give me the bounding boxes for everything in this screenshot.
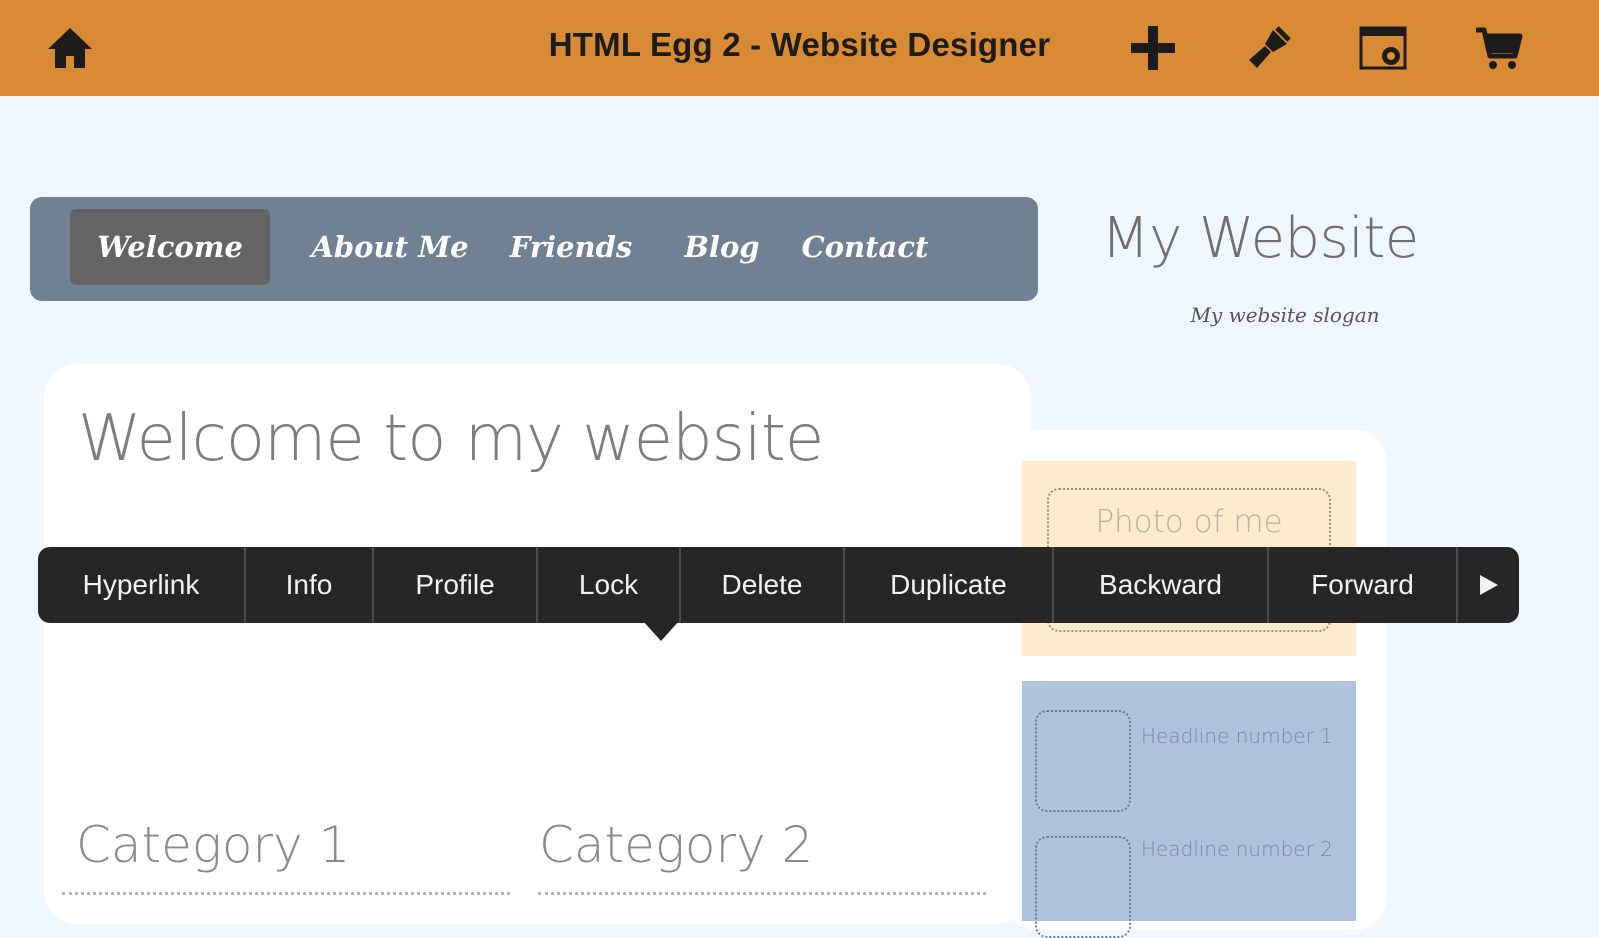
menu-forward[interactable]: Forward [1269, 547, 1458, 623]
nav-item-about-me[interactable]: About Me [300, 209, 480, 285]
nav-item-contact[interactable]: Contact [800, 209, 930, 285]
menu-info[interactable]: Info [246, 547, 374, 623]
menu-duplicate[interactable]: Duplicate [845, 547, 1054, 623]
category-heading-1[interactable]: Category 1 [76, 816, 350, 874]
site-title[interactable]: My Website [1090, 206, 1430, 271]
headline-thumbnail[interactable] [1035, 836, 1131, 938]
nav-item-friends[interactable]: Friends [496, 209, 646, 285]
context-menu-pointer [643, 621, 679, 641]
context-menu: Hyperlink Info Profile Lock Delete Dupli… [38, 547, 1519, 623]
menu-more-button[interactable] [1458, 547, 1519, 623]
category-text-1 [62, 892, 510, 903]
category-heading-2[interactable]: Category 2 [539, 816, 813, 874]
page-heading[interactable]: Welcome to my website [78, 402, 824, 476]
plus-icon[interactable] [1127, 22, 1179, 74]
paintbrush-icon[interactable] [1243, 22, 1295, 74]
site-slogan[interactable]: My website slogan [1150, 303, 1420, 327]
play-arrow-icon [1480, 575, 1498, 595]
menu-backward[interactable]: Backward [1054, 547, 1269, 623]
nav-item-welcome[interactable]: Welcome [70, 209, 270, 285]
preview-icon[interactable] [1357, 22, 1409, 74]
site-nav-bar: Welcome About Me Friends Blog Contact [30, 197, 1038, 301]
headline-2[interactable]: Headline number 2 [1141, 837, 1333, 861]
photo-label: Photo of me [1095, 504, 1283, 540]
app-toolbar: HTML Egg 2 - Website Designer [0, 0, 1599, 96]
headline-1[interactable]: Headline number 1 [1141, 724, 1333, 748]
menu-profile[interactable]: Profile [374, 547, 538, 623]
menu-delete[interactable]: Delete [681, 547, 845, 623]
cart-icon[interactable] [1473, 22, 1525, 74]
nav-item-blog[interactable]: Blog [672, 209, 772, 285]
category-text-2 [538, 892, 986, 903]
menu-lock[interactable]: Lock [538, 547, 681, 623]
headline-thumbnail[interactable] [1035, 710, 1131, 812]
menu-hyperlink[interactable]: Hyperlink [38, 547, 246, 623]
